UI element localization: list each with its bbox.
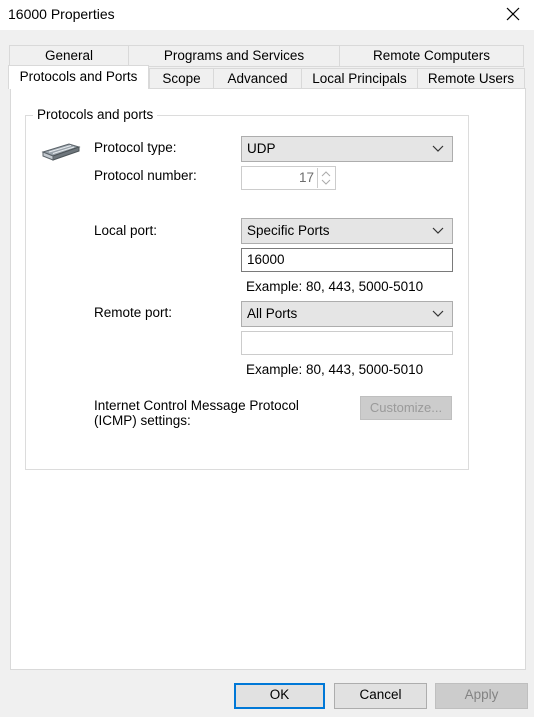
remote-port-input [241, 331, 453, 355]
protocol-type-label: Protocol type: [94, 140, 177, 155]
spin-arrows-icon [321, 171, 331, 185]
tab-advanced[interactable]: Advanced [213, 68, 302, 89]
local-port-mode: Specific Ports [247, 223, 330, 238]
chevron-down-icon [432, 310, 444, 317]
tab-protocols-and-ports[interactable]: Protocols and Ports [8, 65, 149, 89]
close-button[interactable] [500, 2, 526, 26]
remote-port-mode: All Ports [247, 306, 298, 321]
tab-general[interactable]: General [9, 45, 129, 67]
close-icon [506, 7, 520, 21]
remote-port-label: Remote port: [94, 305, 173, 320]
window-title: 16000 Properties [8, 6, 115, 22]
remote-port-example: Example: 80, 443, 5000-5010 [246, 362, 424, 377]
apply-button: Apply [435, 683, 528, 709]
protocol-number-spinner: 17 [241, 166, 336, 190]
cancel-button[interactable]: Cancel [334, 683, 427, 709]
chevron-down-icon [432, 145, 444, 152]
chevron-down-icon [432, 227, 444, 234]
icmp-label-line1: Internet Control Message Protocol [94, 398, 299, 413]
ok-button[interactable]: OK [234, 683, 325, 709]
icmp-label-line2: (ICMP) settings: [94, 413, 191, 428]
local-port-value: 16000 [247, 252, 285, 267]
tab-local-principals[interactable]: Local Principals [301, 68, 418, 89]
protocol-type-value: UDP [247, 141, 276, 156]
protocol-type-select[interactable]: UDP [241, 136, 453, 162]
network-plug-icon [39, 138, 83, 165]
protocol-number-label: Protocol number: [94, 168, 197, 183]
local-port-example: Example: 80, 443, 5000-5010 [246, 279, 424, 294]
local-port-select[interactable]: Specific Ports [241, 218, 453, 244]
tab-remote-computers[interactable]: Remote Computers [339, 45, 524, 67]
remote-port-select[interactable]: All Ports [241, 301, 453, 327]
icmp-settings-label: Internet Control Message Protocol (ICMP)… [94, 398, 299, 428]
local-port-label: Local port: [94, 223, 158, 238]
customize-button: Customize... [360, 396, 452, 420]
spinner-arrows [317, 168, 334, 188]
tab-scope[interactable]: Scope [149, 68, 214, 89]
protocol-number-value: 17 [298, 170, 314, 185]
tab-remote-users[interactable]: Remote Users [417, 68, 525, 89]
tab-programs-and-services[interactable]: Programs and Services [128, 45, 340, 67]
local-port-input[interactable]: 16000 [241, 248, 453, 272]
group-legend: Protocols and ports [33, 107, 158, 122]
